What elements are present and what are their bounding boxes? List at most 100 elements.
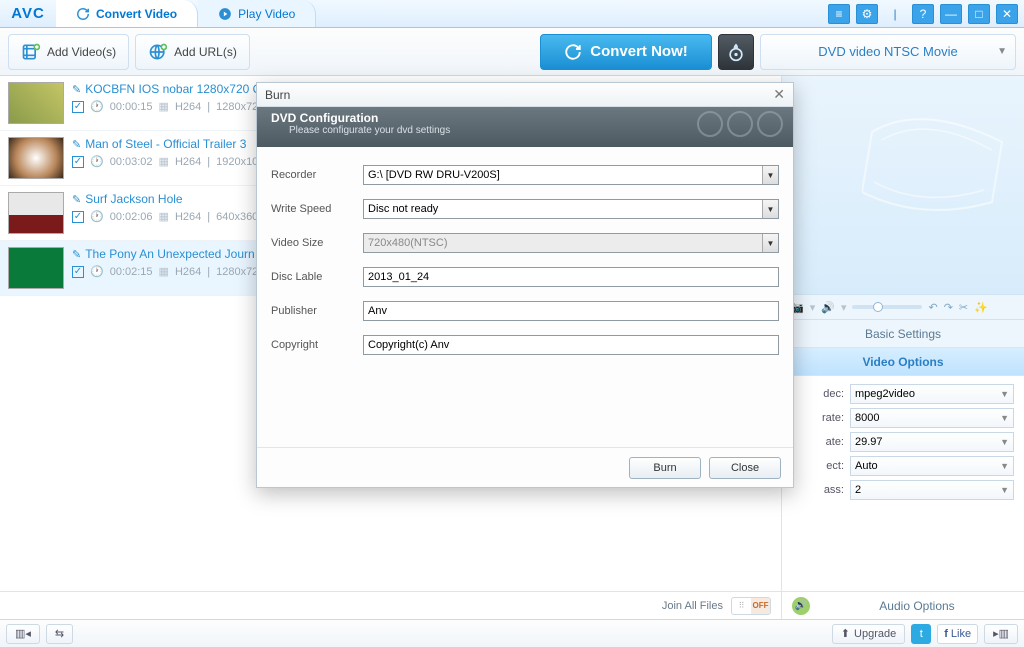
gear-icon[interactable]: ⚙ <box>856 4 878 24</box>
add-urls-button[interactable]: Add URL(s) <box>135 34 250 70</box>
tab-video-options[interactable]: Video Options <box>782 348 1024 376</box>
rotate-left-icon[interactable]: ↶ <box>928 301 937 314</box>
refresh-icon <box>76 7 90 21</box>
recorder-select[interactable]: G:\ [DVD RW DRU-V200S]▼ <box>363 165 779 185</box>
minimize-icon[interactable]: — <box>940 4 962 24</box>
volume-slider[interactable] <box>852 305 922 309</box>
video-codec-select[interactable]: mpeg2video▼ <box>850 384 1014 404</box>
checkbox[interactable]: ✓ <box>72 101 84 113</box>
pencil-icon[interactable]: ✎ <box>72 138 81 151</box>
join-all-toggle[interactable]: ⠿ OFF <box>731 597 771 615</box>
menu-icon[interactable]: ≡ <box>828 4 850 24</box>
chevron-down-icon: ▼ <box>1000 413 1009 423</box>
field-label: Copyright <box>271 339 363 351</box>
chevron-down-icon: ▼ <box>762 200 778 218</box>
up-arrow-icon: ⬆ <box>841 627 850 640</box>
layout-right-button[interactable]: ▸▥ <box>984 624 1018 644</box>
film-icon: ▦ <box>159 210 169 223</box>
tab-label: Audio Options <box>820 599 1014 613</box>
burn-confirm-button[interactable]: Burn <box>629 457 701 479</box>
bitrate-select[interactable]: 8000▼ <box>850 408 1014 428</box>
file-resolution: 640x360 <box>216 211 258 223</box>
add-videos-button[interactable]: Add Video(s) <box>8 34 129 70</box>
field-label: Disc Lable <box>271 271 363 283</box>
rotate-right-icon[interactable]: ↷ <box>944 301 953 314</box>
opt-label: ate: <box>792 436 844 448</box>
opt-label: ect: <box>792 460 844 472</box>
video-thumbnail <box>8 247 64 289</box>
side-panel: 📷 ▾ 🔊 ▾ ↶ ↷ ✂ ✨ Basic Settings Video Opt… <box>782 76 1024 619</box>
checkbox[interactable]: ✓ <box>72 266 84 278</box>
scissors-icon[interactable]: ✂ <box>959 301 968 314</box>
tab-basic-settings[interactable]: Basic Settings <box>782 320 1024 348</box>
dialog-titlebar: Burn ✕ <box>257 83 793 107</box>
chevron-down-icon: ▼ <box>762 234 778 252</box>
speaker-icon: 🔊 <box>792 597 810 615</box>
facebook-like-button[interactable]: fLike <box>937 624 978 644</box>
video-size-select: 720x480(NTSC)▼ <box>363 233 779 253</box>
help-icon[interactable]: ? <box>912 4 934 24</box>
maximize-icon[interactable]: □ <box>968 4 990 24</box>
tab-label: Play Video <box>238 7 295 21</box>
tab-convert-video[interactable]: Convert Video <box>56 0 198 27</box>
dialog-footer: Burn Close <box>257 447 793 487</box>
tab-audio-options[interactable]: 🔊 Audio Options <box>782 591 1024 619</box>
chevron-down-icon: ▼ <box>1000 485 1009 495</box>
pencil-icon[interactable]: ✎ <box>72 248 81 261</box>
clock-icon: 🕐 <box>90 210 104 223</box>
checkbox[interactable]: ✓ <box>72 156 84 168</box>
dialog-close-button[interactable]: ✕ <box>773 86 785 103</box>
window-controls: ≡ ⚙ | ? — □ ✕ <box>828 0 1024 27</box>
pencil-icon[interactable]: ✎ <box>72 83 81 96</box>
tab-play-video[interactable]: Play Video <box>198 0 316 27</box>
checkbox[interactable]: ✓ <box>72 211 84 223</box>
field-label: Recorder <box>271 169 363 181</box>
select-value: DVD video NTSC Movie <box>818 44 957 59</box>
field-label: Publisher <box>271 305 363 317</box>
framerate-select[interactable]: 29.97▼ <box>850 432 1014 452</box>
file-codec: H264 <box>175 101 201 113</box>
copyright-input[interactable]: Copyright(c) Anv <box>363 335 779 355</box>
close-icon[interactable]: ✕ <box>996 4 1018 24</box>
convert-now-button[interactable]: Convert Now! <box>540 34 712 70</box>
film-plus-icon <box>21 42 41 62</box>
write-speed-select[interactable]: Disc not ready▼ <box>363 199 779 219</box>
publisher-input[interactable]: Anv <box>363 301 779 321</box>
pass-select[interactable]: 2▼ <box>850 480 1014 500</box>
preview-toolbar: 📷 ▾ 🔊 ▾ ↶ ↷ ✂ ✨ <box>782 294 1024 320</box>
burn-button[interactable] <box>718 34 754 70</box>
toggle-off-label: OFF <box>751 598 770 614</box>
wand-icon[interactable]: ✨ <box>974 301 988 314</box>
close-button[interactable]: Close <box>709 457 781 479</box>
field-label: Write Speed <box>271 203 363 215</box>
join-all-label: Join All Files <box>662 600 723 612</box>
layout-left-button[interactable]: ▥◂ <box>6 624 40 644</box>
layout-switch-button[interactable]: ⇆ <box>46 624 73 644</box>
file-duration: 00:02:06 <box>110 211 153 223</box>
video-thumbnail <box>8 137 64 179</box>
burn-dialog: Burn ✕ DVD Configuration Please configur… <box>256 82 794 488</box>
dialog-banner: DVD Configuration Please configurate you… <box>257 107 793 147</box>
file-title: The Pony An Unexpected Journ <box>85 247 254 261</box>
aspect-select[interactable]: Auto▼ <box>850 456 1014 476</box>
opt-label: ass: <box>792 484 844 496</box>
chevron-down-icon: ▼ <box>1000 389 1009 399</box>
button-label: Add Video(s) <box>47 45 116 59</box>
file-codec: H264 <box>175 211 201 223</box>
pencil-icon[interactable]: ✎ <box>72 193 81 206</box>
disc-label-input[interactable]: 2013_01_24 <box>363 267 779 287</box>
tab-label: Convert Video <box>96 7 177 21</box>
twitter-button[interactable]: t <box>911 624 931 644</box>
file-title: KOCBFN IOS nobar 1280x720 Q <box>85 82 262 96</box>
upgrade-button[interactable]: ⬆Upgrade <box>832 624 905 644</box>
file-duration: 00:03:02 <box>110 156 153 168</box>
banner-graphics-icon <box>697 111 783 137</box>
file-duration: 00:00:15 <box>110 101 153 113</box>
video-thumbnail <box>8 192 64 234</box>
file-duration: 00:02:15 <box>110 266 153 278</box>
clock-icon: 🕐 <box>90 155 104 168</box>
volume-icon[interactable]: 🔊 <box>821 301 835 314</box>
film-icon: ▦ <box>159 155 169 168</box>
toolbar: Add Video(s) Add URL(s) Convert Now! DVD… <box>0 28 1024 76</box>
output-profile-select[interactable]: DVD video NTSC Movie ▼ <box>760 34 1016 70</box>
